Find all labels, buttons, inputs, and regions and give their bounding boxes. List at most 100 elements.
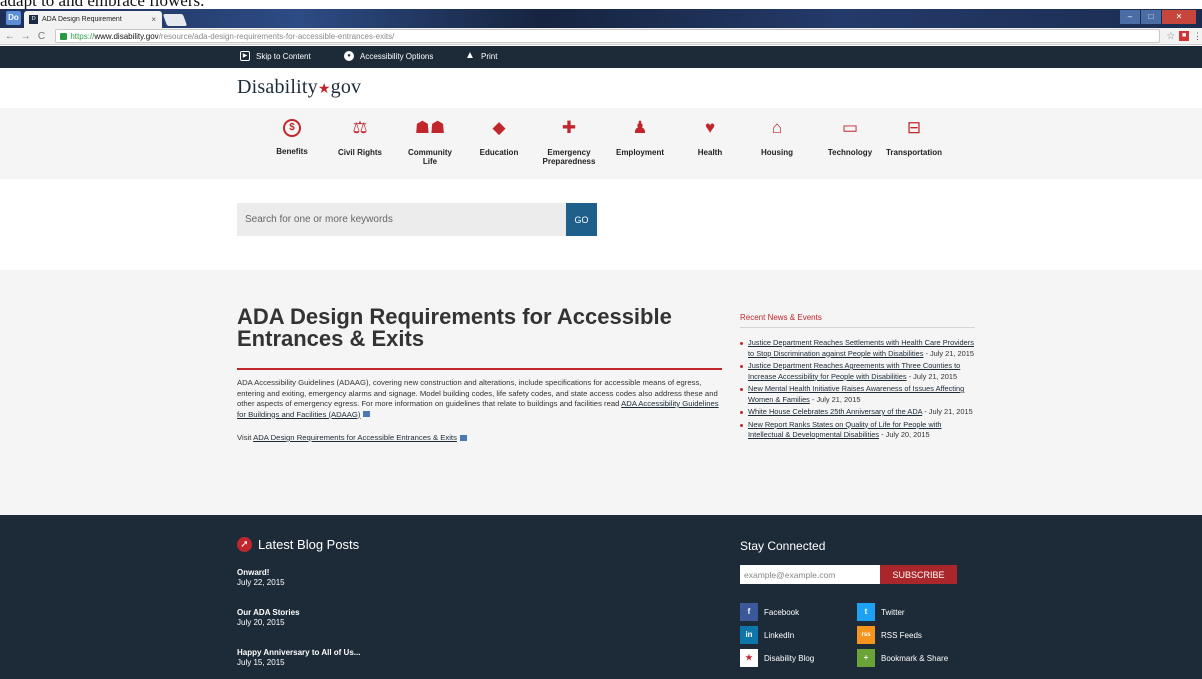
rss-feeds-link[interactable]: rss RSS Feeds [857,626,922,644]
group-icon: ☗☗ [414,118,446,137]
accessibility-label: Accessibility Options [360,51,434,61]
skip-to-content-link[interactable]: ▶ Skip to Content [240,51,311,61]
caption-text: adapt to and embrace flowers. [0,0,204,9]
ada-design-requirements-link[interactable]: ADA Design Requirements for Accessible E… [253,433,457,442]
blog-post[interactable]: Our ADA Stories July 20, 2015 [237,608,300,628]
visit-line: Visit ADA Design Requirements for Access… [237,433,722,442]
topic-navigation: $ Benefits ⚖ Civil Rights ☗☗ Community L… [0,108,1202,179]
logo-text-right: gov [330,76,362,98]
news-date: - July 20, 2015 [881,430,930,439]
scales-icon: ⚖ [352,118,368,137]
back-arrow-icon[interactable]: ← [4,31,16,42]
main-content: ADA Design Requirements for Accessible E… [0,270,1202,515]
skip-icon: ▶ [240,51,250,61]
tab-title: ADA Design Requirement [42,16,122,23]
email-field[interactable] [740,565,880,584]
social-label: Facebook [764,607,800,617]
disability-blog-link[interactable]: ★ Disability Blog [740,649,814,667]
caption-strip: adapt to and embrace flowers. [0,0,1202,9]
blog-heading: ➚ Latest Blog Posts [237,537,359,552]
bookmark-star-icon[interactable]: ☆ [1166,31,1175,42]
facebook-link[interactable]: f Facebook [740,603,799,621]
topic-education[interactable]: ◆ Education [469,118,529,157]
maximize-icon[interactable]: □ [1141,10,1161,24]
topic-label: Health [697,148,723,157]
topic-label: Employment [615,148,664,157]
topic-label: Emergency Preparedness [542,148,596,166]
news-item: Justice Department Reaches Agreements wi… [740,361,975,382]
print-link[interactable]: ▲ Print [465,51,497,61]
news-item: White House Celebrates 25th Anniversary … [740,407,975,418]
minimize-icon[interactable]: – [1120,10,1140,24]
close-tab-icon[interactable]: × [151,15,162,24]
twitter-link[interactable]: t Twitter [857,603,905,621]
monitor-icon: ▭ [841,118,859,137]
blog-post-date: July 15, 2015 [237,658,285,667]
utility-bar: ▶ Skip to Content ● Accessibility Option… [0,46,1202,68]
print-label: Print [481,51,498,61]
topic-label: Housing [761,148,793,157]
window-controls: – □ ✕ [1120,10,1196,24]
news-item: New Report Ranks States on Quality of Li… [740,420,975,441]
social-label: LinkedIn [764,630,795,640]
blog-post-title: Our ADA Stories [237,608,300,617]
search-go-button[interactable]: GO [566,203,597,236]
site-logo[interactable]: Disability★gov [237,76,361,99]
person-icon: ♟ [632,118,648,137]
topic-label: Civil Rights [337,148,382,157]
external-link-icon [363,411,371,418]
menu-icon[interactable]: ⋮ [1193,31,1202,42]
forward-arrow-icon[interactable]: → [20,31,32,42]
dollar-icon: $ [283,119,301,137]
footer: ➚ Latest Blog Posts Onward! July 22, 201… [0,515,1202,679]
browser-tab-active[interactable]: D ADA Design Requirement × [24,11,162,28]
external-link-icon [459,434,467,441]
favicon-icon: D [29,15,38,24]
topic-technology[interactable]: ▭ Technology [820,118,880,157]
news-date: - July 21, 2015 [811,394,861,404]
print-icon: ▲ [465,50,475,61]
extension-icon[interactable]: ■ [1179,31,1189,41]
linkedin-link[interactable]: in LinkedIn [740,626,794,644]
heartbeat-icon: ♥ [704,118,716,137]
blog-post[interactable]: Onward! July 22, 2015 [237,568,285,588]
topic-civil-rights[interactable]: ⚖ Civil Rights [330,118,390,157]
topic-employment[interactable]: ♟ Employment [610,118,670,157]
news-item: New Mental Health Initiative Raises Awar… [740,384,975,405]
url-host: www.disability.gov [94,31,159,41]
bookmark-icon: + [857,649,875,667]
topic-housing[interactable]: ⌂ Housing [747,118,807,157]
news-date: - July 21, 2015 [924,407,973,416]
address-bar[interactable]: https://www.disability.gov/resource/ada-… [55,29,1161,43]
news-list: Justice Department Reaches Settlements w… [740,338,975,441]
window-close-icon[interactable]: ✕ [1162,10,1196,24]
social-label: Bookmark & Share [881,653,949,663]
url-path: /resource/ada-design-requirements-for-ac… [158,31,395,41]
topic-label: Benefits [276,147,308,156]
topic-label: Education [479,148,519,157]
browser-app-button[interactable]: Do [6,11,21,25]
topic-community-life[interactable]: ☗☗ Community Life [400,118,460,166]
rss-icon: rss [857,626,875,644]
arrow-up-right-icon: ➚ [237,537,252,552]
news-date: - July 21, 2015 [925,348,974,358]
topic-transportation[interactable]: ⊟ Transportation [884,118,944,157]
topic-benefits[interactable]: $ Benefits [262,118,322,156]
browser-toolbar: ← → C https://www.disability.gov/resourc… [0,28,1202,45]
new-tab-button[interactable] [162,14,188,26]
stay-connected-heading: Stay Connected [740,539,826,553]
linkedin-icon: in [740,626,758,644]
social-label: RSS Feeds [881,630,922,640]
blog-post[interactable]: Happy Anniversary to All of Us... July 1… [237,648,360,668]
news-link[interactable]: White House Celebrates 25th Anniversary … [748,407,922,416]
topic-health[interactable]: ♥ Health [680,118,740,157]
search-input[interactable] [237,203,566,236]
news-date: - July 21, 2015 [908,371,958,381]
topic-emergency-preparedness[interactable]: ✚ Emergency Preparedness [539,118,599,166]
reload-icon[interactable]: C [36,31,48,42]
accessibility-options-link[interactable]: ● Accessibility Options [344,51,433,61]
subscribe-button[interactable]: SUBSCRIBE [880,565,957,584]
bookmark-share-link[interactable]: + Bookmark & Share [857,649,948,667]
news-item: Justice Department Reaches Settlements w… [740,338,975,359]
bus-icon: ⊟ [906,118,922,137]
